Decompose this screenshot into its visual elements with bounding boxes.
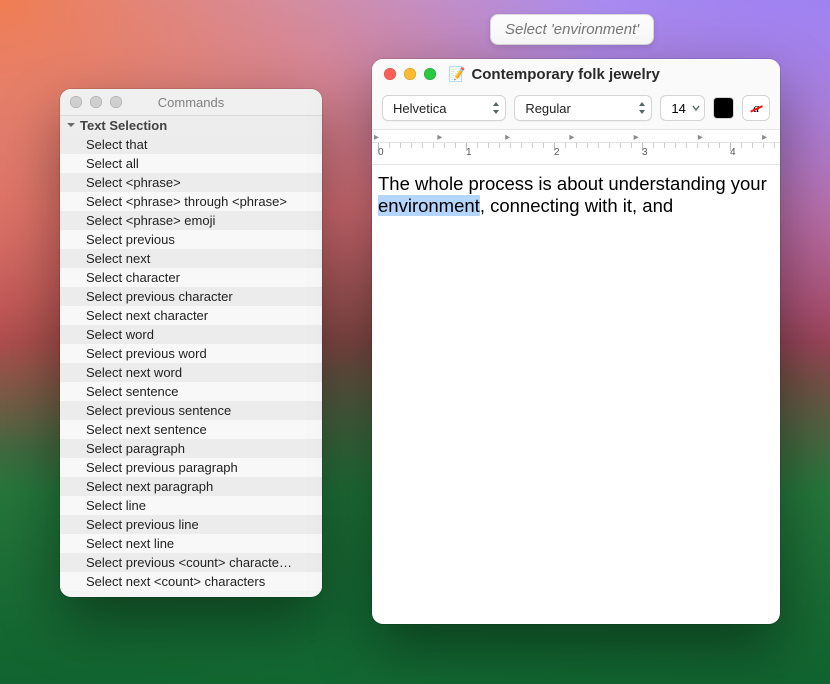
ruler-tick (532, 143, 533, 148)
ruler-label: 3 (642, 147, 648, 158)
ruler-tick (708, 143, 709, 148)
editor-window: 📝 Contemporary folk jewelry Helvetica Re… (372, 59, 780, 624)
commands-list: Select thatSelect allSelect <phrase>Sele… (60, 135, 322, 591)
document-icon: 📝 (448, 67, 465, 81)
ruler-tick (422, 143, 423, 148)
command-item[interactable]: Select word (60, 325, 322, 344)
updown-icon (492, 102, 500, 114)
command-item[interactable]: Select character (60, 268, 322, 287)
ruler-label: 2 (554, 147, 560, 158)
command-item[interactable]: Select <phrase> through <phrase> (60, 192, 322, 211)
command-item[interactable]: Select next character (60, 306, 322, 325)
updown-icon (638, 102, 646, 114)
ruler-tick (664, 143, 665, 148)
ruler-label: 4 (730, 147, 736, 158)
command-item[interactable]: Select next word (60, 363, 322, 382)
ruler-tick (763, 143, 764, 148)
command-item[interactable]: Select previous word (60, 344, 322, 363)
body-text-selection: environment (378, 195, 480, 216)
command-item[interactable]: Select all (60, 154, 322, 173)
ruler-tick (576, 143, 577, 148)
ruler-tick (686, 143, 687, 148)
ruler-tick (444, 143, 445, 148)
zoom-icon[interactable] (110, 96, 122, 108)
font-style-select[interactable]: Regular (514, 95, 652, 121)
body-text-pre: The whole process is about understanding… (378, 173, 767, 194)
ruler-tick (675, 143, 676, 148)
ruler-tick (752, 143, 753, 148)
command-item[interactable]: Select previous character (60, 287, 322, 306)
command-item[interactable]: Select previous <count> characte… (60, 553, 322, 572)
command-item[interactable]: Select <phrase> emoji (60, 211, 322, 230)
voice-command-tooltip: Select 'environment' (490, 14, 654, 45)
command-item[interactable]: Select previous sentence (60, 401, 322, 420)
ruler-tick (389, 143, 390, 148)
body-text-post: , connecting with it, and (480, 195, 673, 216)
command-item[interactable]: Select next line (60, 534, 322, 553)
font-family-value: Helvetica (393, 101, 446, 116)
ruler-tick (598, 143, 599, 148)
editor-toolbar: Helvetica Regular 14 a (372, 89, 780, 129)
minimize-icon[interactable] (404, 68, 416, 80)
ruler-tick (433, 143, 434, 148)
ruler-tick (455, 143, 456, 148)
commands-window: Commands Text Selection Select thatSelec… (60, 89, 322, 597)
ruler-tick (741, 143, 742, 148)
ruler-tick (565, 143, 566, 148)
ruler-tick (653, 143, 654, 148)
ruler-tick (499, 143, 500, 148)
command-item[interactable]: Select previous line (60, 515, 322, 534)
clear-formatting-icon: a (753, 100, 760, 116)
command-item[interactable]: Select previous (60, 230, 322, 249)
ruler-label: 1 (466, 147, 472, 158)
ruler-tick (510, 143, 511, 148)
command-item[interactable]: Select <phrase> (60, 173, 322, 192)
command-item[interactable]: Select next (60, 249, 322, 268)
command-item[interactable]: Select paragraph (60, 439, 322, 458)
command-item[interactable]: Select previous paragraph (60, 458, 322, 477)
zoom-icon[interactable] (424, 68, 436, 80)
command-item[interactable]: Select next paragraph (60, 477, 322, 496)
minimize-icon[interactable] (90, 96, 102, 108)
close-icon[interactable] (70, 96, 82, 108)
font-size-value: 14 (671, 101, 685, 116)
ruler-tick (543, 143, 544, 148)
ruler-tick (488, 143, 489, 148)
close-icon[interactable] (384, 68, 396, 80)
ruler[interactable]: ▸▸▸▸▸▸▸ 01234 (372, 129, 780, 165)
clear-formatting-button[interactable]: a (742, 95, 770, 121)
chevron-down-icon (66, 118, 80, 133)
command-item[interactable]: Select sentence (60, 382, 322, 401)
ruler-tick (587, 143, 588, 148)
font-size-stepper[interactable]: 14 (660, 95, 704, 121)
ruler-tick (400, 143, 401, 148)
ruler-tick (620, 143, 621, 148)
ruler-tick (719, 143, 720, 148)
chevron-down-icon (692, 105, 700, 111)
font-family-select[interactable]: Helvetica (382, 95, 506, 121)
ruler-tick (411, 143, 412, 148)
command-item[interactable]: Select next sentence (60, 420, 322, 439)
editor-titlebar[interactable]: 📝 Contemporary folk jewelry (372, 59, 780, 89)
ruler-tick (697, 143, 698, 148)
commands-section-header[interactable]: Text Selection (60, 116, 322, 135)
document-title: Contemporary folk jewelry (471, 66, 659, 83)
ruler-tick (521, 143, 522, 148)
command-item[interactable]: Select line (60, 496, 322, 515)
ruler-label: 0 (378, 147, 384, 158)
commands-titlebar[interactable]: Commands (60, 89, 322, 116)
document-body[interactable]: The whole process is about understanding… (372, 165, 780, 229)
command-item[interactable]: Select next <count> characters (60, 572, 322, 591)
font-style-value: Regular (525, 101, 571, 116)
ruler-tick (477, 143, 478, 148)
commands-section-label: Text Selection (80, 118, 167, 133)
ruler-tick (774, 143, 775, 148)
text-color-swatch[interactable] (713, 97, 735, 119)
ruler-tick (631, 143, 632, 148)
command-item[interactable]: Select that (60, 135, 322, 154)
ruler-tick (609, 143, 610, 148)
voice-command-tooltip-text: Select 'environment' (505, 21, 639, 38)
